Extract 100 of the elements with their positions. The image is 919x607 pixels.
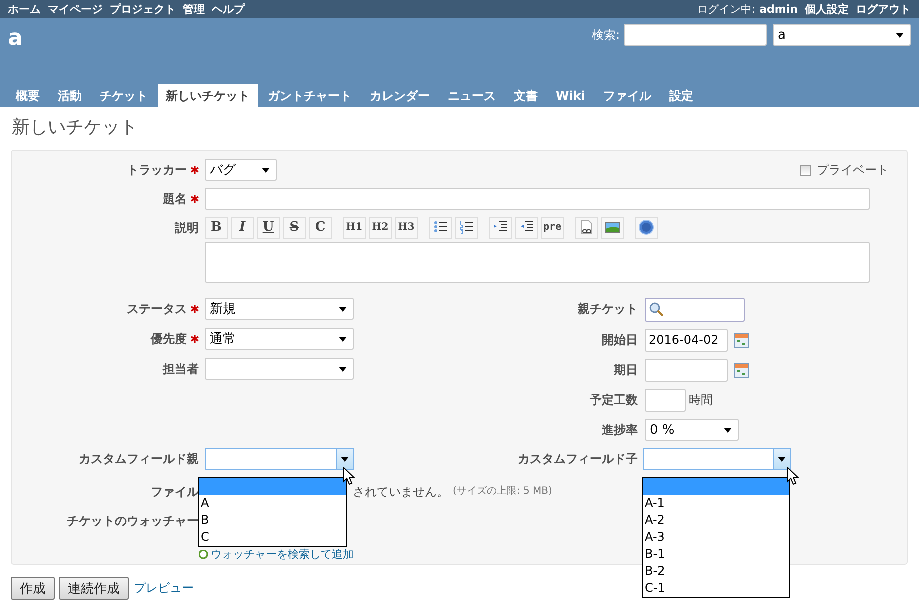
field-label: 親チケット — [578, 300, 638, 318]
heading-button[interactable]: H3 — [395, 216, 418, 238]
menu-link[interactable]: ホーム — [8, 2, 41, 16]
field-label: 題名 — [163, 190, 187, 208]
field-label: 進捗率 — [602, 422, 638, 438]
bold-button[interactable]: B — [205, 216, 228, 238]
add-icon — [199, 550, 208, 559]
file-link-button[interactable] — [575, 216, 598, 238]
field-label: 説明 — [175, 220, 199, 236]
heading-button[interactable]: H2 — [369, 216, 392, 238]
image-button[interactable] — [601, 216, 624, 238]
field-label: ステータス — [127, 300, 187, 318]
field-label: カスタムフィールド親 — [79, 450, 199, 468]
select-field[interactable]: バグ — [205, 159, 277, 181]
tab[interactable]: 設定 — [661, 84, 702, 107]
file-status: されていません。 — [353, 484, 449, 501]
search-icon — [649, 302, 664, 317]
outdent-button[interactable] — [515, 216, 538, 238]
custom-select[interactable] — [643, 448, 791, 470]
unit-label: 時間 — [689, 392, 713, 409]
project-title: a — [8, 26, 23, 53]
menu-link[interactable]: マイページ — [48, 2, 103, 16]
tab[interactable]: 概要 — [8, 84, 48, 107]
subject-field[interactable] — [205, 188, 870, 210]
watcher-link[interactable]: ウォッチャーを検索して追加 — [211, 547, 354, 562]
checkbox-label: プライベート — [817, 162, 889, 179]
menu-link[interactable]: 管理 — [183, 2, 205, 16]
tab[interactable]: ガントチャート — [260, 84, 360, 107]
preformatted-button[interactable]: pre — [541, 216, 564, 238]
dropdown-option[interactable]: A-1 — [643, 495, 789, 512]
indent-button[interactable] — [489, 216, 512, 238]
date-field[interactable] — [645, 359, 728, 382]
numbered-list-icon — [459, 220, 474, 235]
dropdown-option[interactable]: A-2 — [643, 512, 789, 529]
strikethrough-button[interactable]: S — [283, 216, 306, 238]
calendar-icon — [734, 363, 749, 378]
select-field[interactable] — [205, 358, 354, 380]
caret-icon — [339, 336, 347, 342]
search-field[interactable] — [624, 24, 767, 46]
dropdown-option[interactable]: B — [199, 512, 346, 529]
tab[interactable]: Wiki — [548, 84, 594, 107]
menu-link[interactable]: ヘルプ — [212, 2, 245, 16]
help-icon — [639, 220, 654, 235]
menu-link[interactable]: プロジェクト — [110, 2, 176, 16]
select-field[interactable]: 新規 — [205, 298, 354, 320]
tab[interactable]: 新しいチケット — [158, 84, 258, 107]
submit-button[interactable]: 作成 — [11, 577, 55, 600]
numbered-list-button[interactable] — [455, 216, 478, 238]
caret-icon — [896, 32, 904, 38]
tab[interactable]: カレンダー — [362, 84, 438, 107]
select-field[interactable]: 通常 — [205, 328, 354, 350]
tab[interactable]: 文書 — [506, 84, 546, 107]
underline-button[interactable]: U — [257, 216, 280, 238]
caret-icon — [339, 366, 347, 372]
preview-link[interactable]: プレビュー — [134, 580, 194, 597]
field-label: 予定工数 — [590, 392, 638, 408]
user-link[interactable]: admin — [760, 2, 798, 16]
select-field[interactable]: 0 % — [645, 419, 739, 441]
page-title: 新しいチケット — [11, 116, 139, 140]
size-limit: (サイズの上限: 5 MB) — [453, 484, 552, 499]
field-label: 開始日 — [602, 332, 638, 348]
parent-ticket-field[interactable] — [645, 298, 745, 322]
project-select[interactable]: a — [773, 24, 911, 46]
checkbox[interactable] — [800, 165, 811, 176]
dropdown-option[interactable]: C — [199, 529, 346, 546]
bullet-list-button[interactable] — [429, 216, 452, 238]
help-button[interactable] — [635, 216, 658, 238]
custom-select[interactable] — [205, 448, 354, 470]
dropdown-option[interactable]: A — [199, 495, 346, 512]
dropdown-option[interactable]: B-2 — [643, 563, 789, 580]
heading-button[interactable]: H1 — [343, 216, 366, 238]
code-button[interactable]: C — [309, 216, 332, 238]
login-label: ログイン中: — [696, 2, 756, 16]
tab[interactable]: チケット — [92, 84, 156, 107]
dropdown-option[interactable]: C-1 — [643, 580, 789, 597]
caret-icon — [724, 428, 732, 432]
bullet-list-icon — [433, 220, 448, 235]
field-label: 優先度 — [151, 330, 187, 348]
caret-icon — [341, 456, 349, 462]
dropdown-option[interactable]: B-1 — [643, 546, 789, 563]
tab[interactable]: ファイル — [595, 84, 660, 107]
caret-icon — [262, 168, 270, 172]
image-icon — [605, 220, 620, 235]
calendar-icon — [734, 333, 749, 348]
field-label: 期日 — [614, 362, 638, 378]
tab[interactable]: ニュース — [440, 84, 504, 107]
field-label: チケットのウォッチャー — [67, 512, 199, 530]
italic-button[interactable]: I — [231, 216, 254, 238]
file-link-icon — [579, 220, 594, 235]
account-link[interactable]: ログアウト — [856, 2, 911, 16]
tab[interactable]: 活動 — [50, 84, 90, 107]
dropdown-option[interactable]: A-3 — [643, 529, 789, 546]
caret-icon — [778, 456, 786, 462]
description-field[interactable] — [205, 242, 870, 283]
field-label: 担当者 — [163, 360, 199, 378]
date-field[interactable]: 2016-04-02 — [645, 329, 728, 352]
hours-field[interactable] — [645, 389, 686, 412]
field-label: トラッカー — [127, 162, 187, 178]
submit-button[interactable]: 連続作成 — [59, 577, 129, 600]
account-link[interactable]: 個人設定 — [805, 2, 849, 16]
